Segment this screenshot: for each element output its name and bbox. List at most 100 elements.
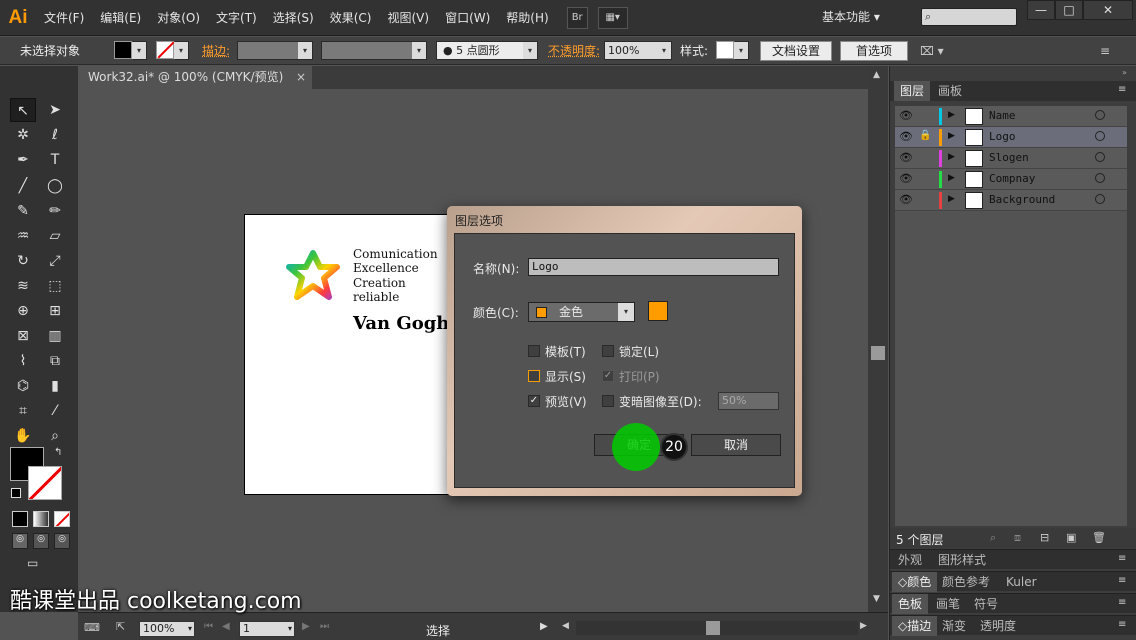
- layer-row-background[interactable]: 👁 ▶ Background: [895, 190, 1127, 211]
- fill-swatch[interactable]: [114, 41, 132, 59]
- layer-color-select[interactable]: 金色 ▾: [528, 302, 635, 322]
- tab-transparency[interactable]: 透明度: [974, 616, 1022, 636]
- horizontal-scrollbar[interactable]: [576, 621, 858, 635]
- expand-triangle-icon[interactable]: ▶: [948, 173, 955, 183]
- artboard-tool-icon[interactable]: ⌗: [10, 399, 36, 423]
- hscroll-right-icon[interactable]: ▶: [860, 621, 867, 631]
- tab-gradient[interactable]: 渐变: [936, 616, 972, 636]
- artboard-number-field[interactable]: 1 ▾: [239, 621, 295, 637]
- column-graph-tool-icon[interactable]: ▮: [42, 374, 68, 398]
- draw-behind-icon[interactable]: ◎: [33, 533, 49, 549]
- brush-definition[interactable]: ● 5 点圆形 ▾: [436, 41, 538, 60]
- stroke-swatch[interactable]: [156, 41, 175, 59]
- gradient-mode-button[interactable]: [33, 511, 49, 527]
- dim-images-checkbox[interactable]: [602, 395, 614, 407]
- panel-menu-icon[interactable]: ≡: [1118, 553, 1126, 564]
- expand-triangle-icon[interactable]: ▶: [948, 110, 955, 120]
- menu-file[interactable]: 文件(F): [36, 0, 92, 36]
- blob-brush-tool-icon[interactable]: ♒: [10, 224, 36, 248]
- preferences-button[interactable]: 首选项: [840, 41, 908, 61]
- eraser-tool-icon[interactable]: ▱: [42, 224, 68, 248]
- visibility-eye-icon[interactable]: 👁: [898, 109, 914, 123]
- lock-checkbox[interactable]: [602, 345, 614, 357]
- color-preview-swatch[interactable]: [648, 301, 668, 321]
- visibility-eye-icon[interactable]: 👁: [898, 130, 914, 144]
- gradient-tool-icon[interactable]: ▥: [42, 324, 68, 348]
- vertical-scrollbar[interactable]: ▲ ▼: [868, 66, 888, 612]
- ellipse-tool-icon[interactable]: ◯: [42, 174, 68, 198]
- layer-name-input[interactable]: Logo: [528, 258, 779, 276]
- tab-appearance[interactable]: 外观: [892, 550, 928, 570]
- menu-edit[interactable]: 编辑(E): [92, 0, 149, 36]
- dim-percent-input[interactable]: 50%: [718, 392, 779, 410]
- tab-artboards[interactable]: 画板: [932, 81, 968, 101]
- menu-view[interactable]: 视图(V): [379, 0, 437, 36]
- stroke-color-box[interactable]: [28, 466, 62, 500]
- rotate-tool-icon[interactable]: ↻: [10, 249, 36, 273]
- symbol-sprayer-tool-icon[interactable]: ⌬: [10, 374, 36, 398]
- stroke-link[interactable]: 描边:: [202, 41, 230, 61]
- panel-menu-icon[interactable]: ≡: [1118, 84, 1126, 95]
- tab-symbols[interactable]: 符号: [968, 594, 1004, 614]
- share-icon[interactable]: ⇱: [116, 620, 125, 633]
- delete-layer-icon[interactable]: 🗑: [1092, 531, 1106, 544]
- visibility-eye-icon[interactable]: 👁: [898, 172, 914, 186]
- direct-selection-tool-icon[interactable]: ➤: [42, 98, 68, 122]
- status-icon[interactable]: ⌨: [84, 621, 100, 634]
- draw-normal-icon[interactable]: ◎: [12, 533, 28, 549]
- swap-colors-icon[interactable]: ↰: [54, 447, 62, 458]
- target-circle-icon[interactable]: [1095, 110, 1105, 120]
- free-transform-tool-icon[interactable]: ⬚: [42, 274, 68, 298]
- expand-triangle-icon[interactable]: ▶: [948, 131, 955, 141]
- blend-tool-icon[interactable]: ⧉: [42, 349, 68, 373]
- expand-triangle-icon[interactable]: ▶: [948, 194, 955, 204]
- panel-collapse-icon[interactable]: »: [1122, 68, 1127, 77]
- layer-row-logo[interactable]: 👁 🔒 ▶ Logo: [895, 127, 1127, 148]
- pencil-tool-icon[interactable]: ✏: [42, 199, 68, 223]
- hscroll-thumb[interactable]: [706, 621, 720, 635]
- target-circle-icon[interactable]: [1095, 173, 1105, 183]
- style-swatch[interactable]: [716, 41, 734, 59]
- status-menu-icon[interactable]: ▶: [540, 621, 548, 632]
- scroll-down-icon[interactable]: ▼: [873, 594, 880, 604]
- search-input[interactable]: ⌕: [921, 8, 1017, 26]
- warp-tool-icon[interactable]: ≋: [10, 274, 36, 298]
- opacity-link[interactable]: 不透明度:: [548, 41, 600, 61]
- template-checkbox[interactable]: [528, 345, 540, 357]
- show-checkbox[interactable]: [528, 370, 540, 382]
- minimize-button[interactable]: —: [1027, 0, 1055, 20]
- draw-inside-icon[interactable]: ◎: [54, 533, 70, 549]
- color-mode-button[interactable]: [12, 511, 28, 527]
- none-mode-button[interactable]: [54, 511, 70, 527]
- scroll-up-icon[interactable]: ▲: [873, 70, 880, 80]
- menu-effect[interactable]: 效果(C): [322, 0, 380, 36]
- pen-tool-icon[interactable]: ✒: [10, 148, 36, 172]
- tab-brushes[interactable]: 画笔: [930, 594, 966, 614]
- type-tool-icon[interactable]: T: [42, 148, 68, 172]
- menu-help[interactable]: 帮助(H): [498, 0, 556, 36]
- zoom-tool-icon[interactable]: ⌕: [42, 424, 68, 448]
- panel-menu-icon[interactable]: ≡: [1118, 619, 1126, 630]
- arrange-icon[interactable]: ⌧ ▾: [920, 41, 944, 61]
- panel-menu-icon[interactable]: ≡: [1100, 41, 1110, 61]
- tab-color[interactable]: ◇颜色: [892, 572, 938, 592]
- preview-checkbox[interactable]: ✓: [528, 395, 540, 407]
- panel-menu-icon[interactable]: ≡: [1118, 575, 1126, 586]
- screen-mode-icon[interactable]: ▭: [27, 556, 51, 572]
- last-page-icon[interactable]: ⏭: [320, 621, 329, 632]
- style-dropdown-icon[interactable]: ▾: [734, 42, 748, 59]
- tab-swatches[interactable]: 色板: [892, 594, 929, 614]
- target-circle-icon[interactable]: [1095, 194, 1105, 204]
- document-tab[interactable]: Work32.ai* @ 100% (CMYK/预览) ×: [78, 66, 312, 89]
- zoom-field[interactable]: 100% ▾: [139, 621, 195, 637]
- new-layer-icon[interactable]: ▣: [1066, 531, 1076, 544]
- visibility-eye-icon[interactable]: 👁: [898, 151, 914, 165]
- print-checkbox[interactable]: ✓: [602, 370, 614, 382]
- variable-width-profile[interactable]: ▾: [321, 41, 427, 60]
- target-circle-icon[interactable]: [1095, 152, 1105, 162]
- stroke-weight-field[interactable]: ▾: [237, 41, 313, 60]
- cancel-button[interactable]: 取消: [691, 434, 781, 456]
- clipping-mask-icon[interactable]: ⧈: [1014, 531, 1021, 545]
- expand-triangle-icon[interactable]: ▶: [948, 152, 955, 162]
- tab-layers[interactable]: 图层: [894, 81, 931, 101]
